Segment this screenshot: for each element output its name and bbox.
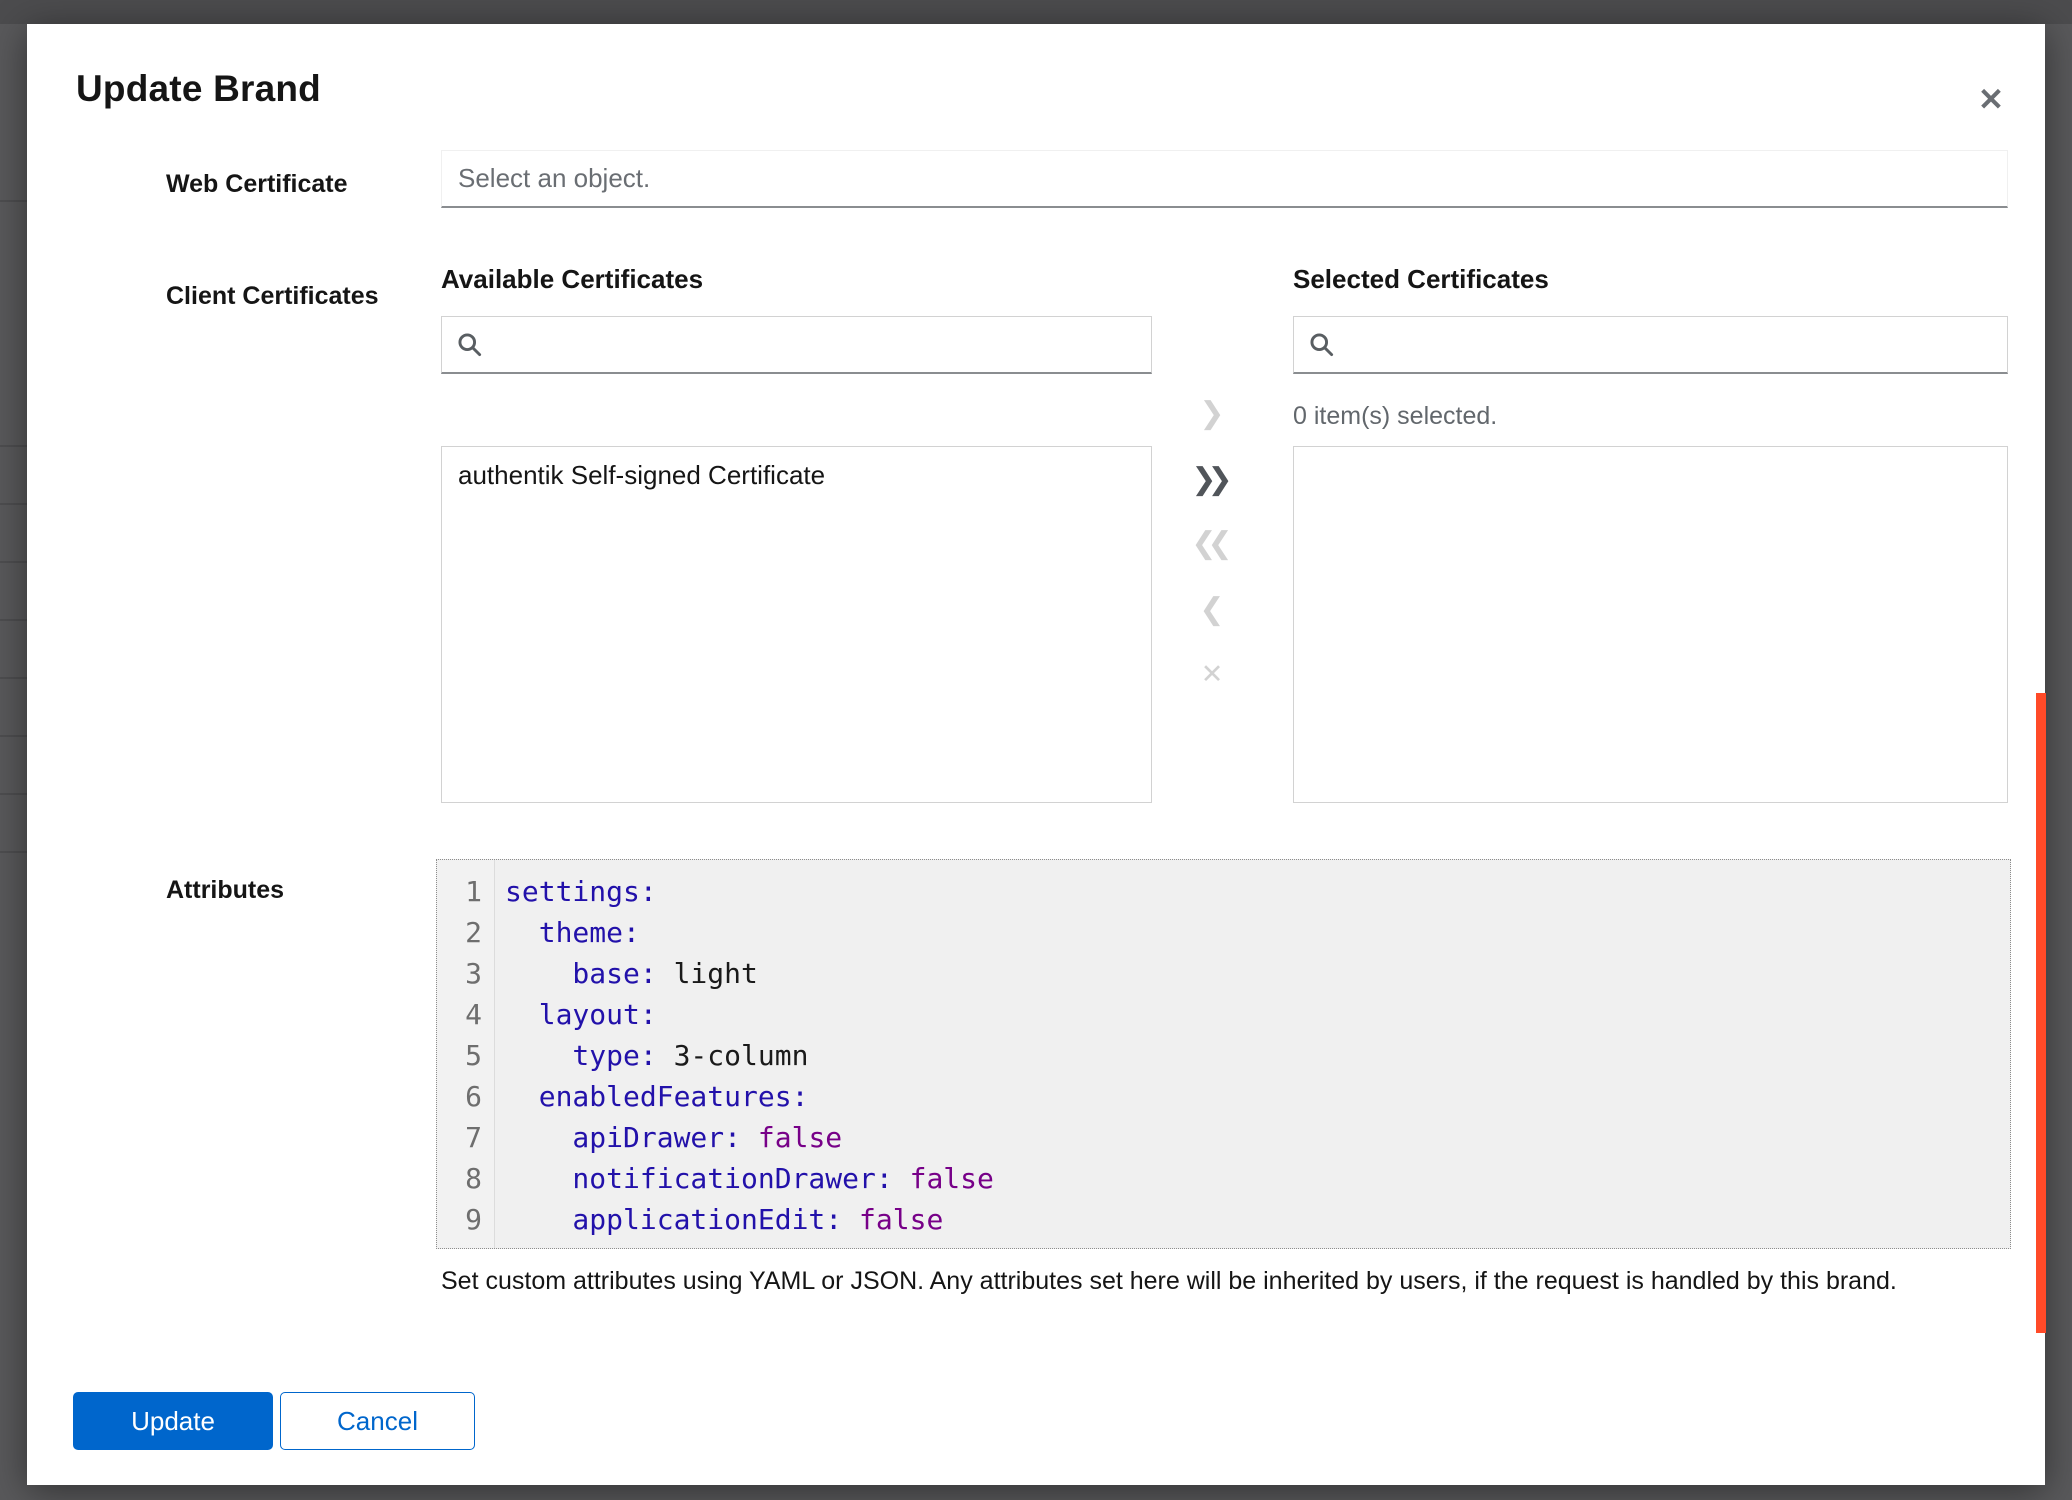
line-number: 3 <box>437 953 494 994</box>
code-line: applicationEdit:false <box>505 1199 2010 1240</box>
remove-selected-button[interactable]: ❮ <box>1187 586 1237 632</box>
line-number: 5 <box>437 1035 494 1076</box>
remove-all-button[interactable]: ❮❮ <box>1187 520 1237 566</box>
search-icon <box>456 331 483 358</box>
background-divider <box>0 677 27 679</box>
web-certificate-select-input[interactable] <box>441 150 2008 208</box>
selected-search-input[interactable] <box>1347 329 1993 360</box>
selected-certificates-heading: Selected Certificates <box>1293 264 1549 295</box>
code-line: theme: <box>505 912 2010 953</box>
line-number: 1 <box>437 871 494 912</box>
background-divider <box>0 619 27 621</box>
code-line: settings: <box>505 871 2010 912</box>
code-line: notificationDrawer:false <box>505 1158 2010 1199</box>
selected-certificates-listbox[interactable] <box>1293 446 2008 803</box>
background-divider <box>0 793 27 795</box>
cancel-button[interactable]: Cancel <box>280 1392 475 1450</box>
line-number: 6 <box>437 1076 494 1117</box>
close-icon[interactable]: ✕ <box>1965 74 2017 126</box>
line-number: 7 <box>437 1117 494 1158</box>
available-certificates-listbox[interactable]: authentik Self-signed Certificate <box>441 446 1152 803</box>
scrollbar-thumb[interactable] <box>2036 693 2046 1333</box>
code-editor-content: settings: theme: base:light layout: type… <box>495 860 2010 1248</box>
code-editor-gutter: 1 2 3 4 5 6 7 8 9 <box>437 860 495 1248</box>
background-divider <box>0 851 27 853</box>
attributes-label: Attributes <box>166 876 284 905</box>
available-search-input[interactable] <box>495 329 1137 360</box>
code-line: type:3-column <box>505 1035 2010 1076</box>
attributes-help-text: Set custom attributes using YAML or JSON… <box>441 1267 2001 1296</box>
add-selected-button[interactable]: ❯ <box>1187 390 1237 436</box>
available-certificates-heading: Available Certificates <box>441 264 703 295</box>
search-icon <box>1308 331 1335 358</box>
delete-button[interactable]: ✕ <box>1187 651 1237 697</box>
background-divider <box>0 200 27 202</box>
selected-search-box <box>1293 316 2008 374</box>
background-divider <box>0 503 27 505</box>
line-number: 4 <box>437 994 494 1035</box>
background-divider <box>0 735 27 737</box>
line-number: 9 <box>437 1199 494 1240</box>
client-certificates-label: Client Certificates <box>166 282 379 311</box>
available-search-box <box>441 316 1152 374</box>
selected-count-status: 0 item(s) selected. <box>1293 402 1497 431</box>
line-number: 8 <box>437 1158 494 1199</box>
update-button[interactable]: Update <box>73 1392 273 1450</box>
web-certificate-label: Web Certificate <box>166 170 348 199</box>
code-line: enabledFeatures: <box>505 1076 2010 1117</box>
update-brand-modal: Update Brand ✕ Web Certificate Client Ce… <box>27 24 2045 1485</box>
code-line: apiDrawer:false <box>505 1117 2010 1158</box>
background-divider <box>0 445 27 447</box>
line-number: 2 <box>437 912 494 953</box>
code-line: base:light <box>505 953 2010 994</box>
background-divider <box>0 561 27 563</box>
code-line: layout: <box>505 994 2010 1035</box>
list-item[interactable]: authentik Self-signed Certificate <box>442 447 1151 504</box>
modal-title: Update Brand <box>76 68 321 110</box>
attributes-code-editor[interactable]: 1 2 3 4 5 6 7 8 9 settings: theme: base:… <box>436 859 2011 1249</box>
background-header-band <box>0 0 2072 24</box>
add-all-button[interactable]: ❯❯ <box>1187 456 1237 502</box>
